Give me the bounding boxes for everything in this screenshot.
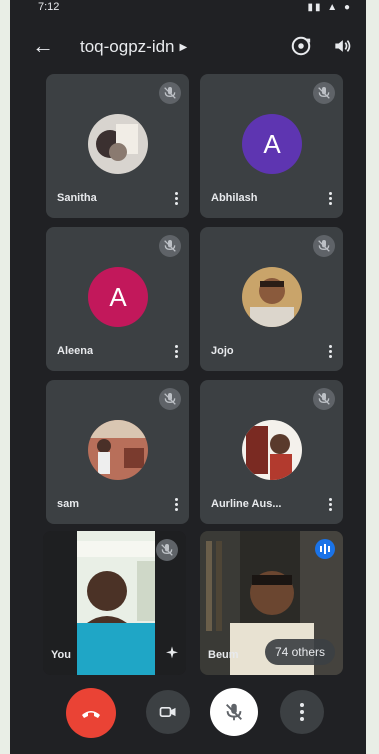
status-bar: 7:12 ▮▮ ▲ ● [10, 0, 366, 18]
avatar [88, 420, 148, 480]
avatar: A [242, 114, 302, 174]
participant-name: Aurline Aus... [211, 498, 282, 510]
top-bar: ← toq-ogpz-idn ▶ [10, 28, 366, 66]
mic-off-icon [159, 82, 181, 104]
mic-off-icon [159, 388, 181, 410]
speaker-icon[interactable] [332, 36, 352, 56]
more-vert-icon[interactable] [175, 498, 179, 512]
end-call-button[interactable] [66, 688, 116, 738]
participant-tile-sanitha[interactable]: Sanitha [46, 74, 189, 218]
self-video-tile[interactable]: You [43, 531, 186, 675]
more-vert-icon[interactable] [329, 192, 333, 206]
mic-off-icon [226, 703, 242, 721]
participant-name: Jojo [211, 345, 234, 357]
chevron-right-icon: ▶ [179, 42, 188, 53]
more-vert-icon [300, 703, 304, 721]
status-time: 7:12 [38, 1, 60, 13]
sparkle-effects-icon[interactable] [164, 645, 180, 661]
videocam-icon [159, 707, 176, 717]
speaking-indicator-icon [315, 539, 335, 559]
participant-tile-aleena[interactable]: A Aleena [46, 227, 189, 371]
switch-camera-icon[interactable] [290, 35, 312, 57]
participant-name: Aleena [57, 345, 94, 357]
avatar: A [88, 267, 148, 327]
meeting-code-button[interactable]: toq-ogpz-idn ▶ [80, 37, 187, 57]
phone-hangup-icon [82, 711, 100, 718]
more-options-button[interactable] [280, 690, 324, 734]
status-icons: ▮▮ ▲ ● [307, 2, 352, 13]
participant-name: Sanitha [57, 192, 97, 204]
more-vert-icon[interactable] [329, 345, 333, 359]
others-count-badge[interactable]: 74 others [264, 639, 335, 665]
participant-tile-abhilash[interactable]: A Abhilash [200, 74, 343, 218]
participant-name: Abhilash [211, 192, 258, 204]
avatar [242, 420, 302, 480]
remote-video-tile[interactable]: Beum 74 others [200, 531, 343, 675]
participant-tile-aurline[interactable]: Aurline Aus... [200, 380, 343, 524]
mic-off-icon [159, 235, 181, 257]
back-arrow-icon[interactable]: ← [30, 34, 56, 60]
meeting-code: toq-ogpz-idn [80, 37, 175, 56]
participant-name: sam [57, 498, 80, 510]
mic-off-icon [313, 388, 335, 410]
camera-toggle-button[interactable] [146, 690, 190, 734]
call-controls [10, 688, 366, 744]
avatar [88, 114, 148, 174]
mic-off-icon [313, 235, 335, 257]
avatar [242, 267, 302, 327]
more-vert-icon[interactable] [329, 498, 333, 512]
participant-tile-jojo[interactable]: Jojo [200, 227, 343, 371]
mic-off-icon [156, 539, 178, 561]
more-vert-icon[interactable] [175, 192, 179, 206]
self-label: You [51, 649, 71, 661]
participant-tile-sam[interactable]: sam [46, 380, 189, 524]
more-vert-icon[interactable] [175, 345, 179, 359]
remote-label: Beum [208, 649, 239, 661]
mic-toggle-button[interactable] [210, 688, 258, 736]
mic-off-icon [313, 82, 335, 104]
meet-screen: 7:12 ▮▮ ▲ ● ← toq-ogpz-idn ▶ Sanitha A A… [10, 0, 366, 754]
